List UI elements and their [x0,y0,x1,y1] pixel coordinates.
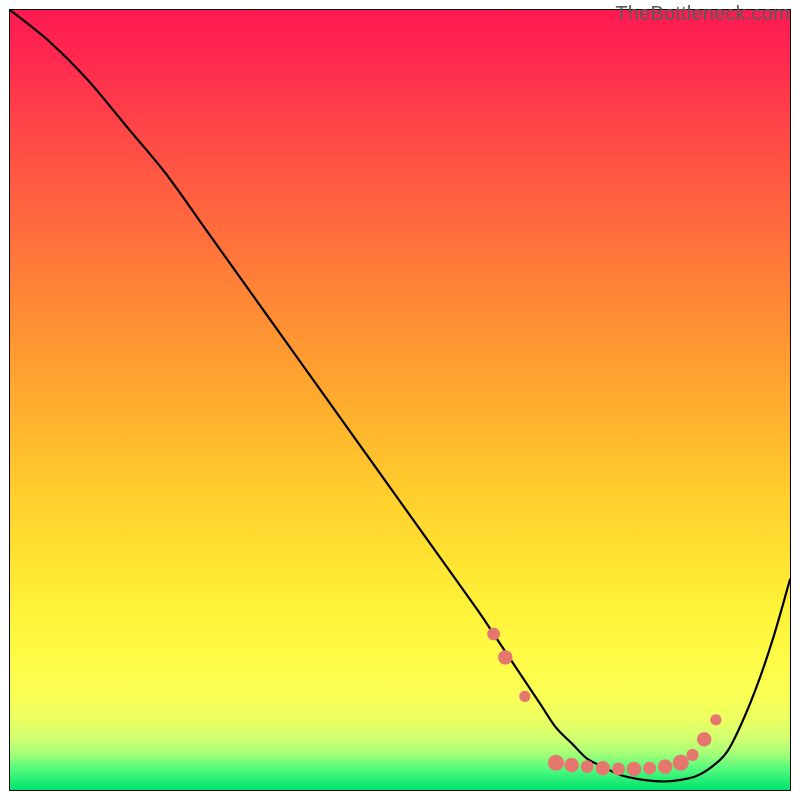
highlighted-point [498,650,512,664]
highlighted-point [581,760,594,773]
highlighted-point [697,732,711,746]
highlighted-point [612,763,625,776]
highlighted-point [548,755,564,771]
highlighted-point [643,762,656,775]
watermark-text: TheBottleneck.com [615,3,790,26]
chart-container: TheBottleneck.com [0,0,800,800]
highlighted-point [596,761,610,775]
highlighted-point [686,749,698,761]
highlighted-point [564,758,578,772]
highlighted-point [627,762,641,776]
highlighted-point [519,691,530,702]
highlighted-point [710,714,721,725]
highlighted-point [487,628,500,641]
bottleneck-curve-path [10,10,790,781]
bottleneck-curve-svg [10,10,790,790]
highlighted-points-group [487,628,721,777]
highlighted-point [673,755,689,771]
plot-area [10,10,790,790]
highlighted-point [658,759,672,773]
